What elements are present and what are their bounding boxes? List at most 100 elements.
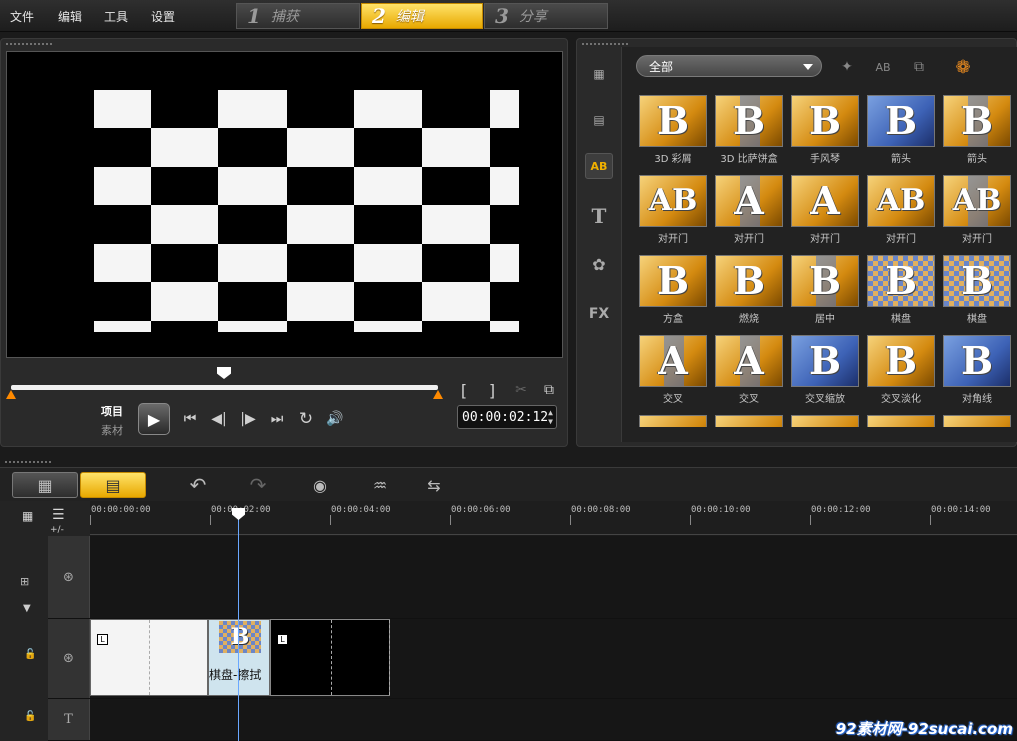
panel-grip[interactable] [5, 42, 53, 46]
transition-thumbnail[interactable]: B 方盒 [639, 255, 707, 325]
black-clip[interactable]: L [270, 619, 390, 696]
checker-square [422, 282, 490, 321]
mark-out-button[interactable]: ] [481, 379, 503, 401]
go-to-start-icon[interactable]: ⏮ [179, 408, 201, 430]
mode-clip[interactable]: 素材 [101, 422, 123, 438]
tab-capture[interactable]: 1 捕获 [236, 3, 360, 29]
transition-thumbnail[interactable]: B 箭头 [943, 95, 1011, 165]
timeline-grip[interactable] [4, 460, 52, 464]
apply-current-icon[interactable]: ⧉ [906, 55, 932, 79]
transition-thumbnail[interactable]: B 手风琴 [791, 95, 859, 165]
transition-thumbnail[interactable] [715, 415, 783, 427]
checker-square [151, 167, 218, 205]
transition-label: 对开门 [658, 234, 688, 245]
checker-square [287, 128, 354, 167]
lock-icon[interactable]: 🔓 [24, 649, 36, 660]
transition-label: 棋盘 [891, 314, 911, 325]
sound-mixer-icon[interactable]: ♒ [366, 472, 394, 498]
transition-thumbnail[interactable] [639, 415, 707, 427]
transition-thumbnail[interactable]: A 对开门 [791, 175, 859, 245]
enlarge-icon[interactable]: ⧉ [538, 379, 560, 401]
media-icon[interactable]: ▦ [585, 61, 613, 87]
transition-thumbnail[interactable]: B 对角线 [943, 335, 1011, 405]
mark-in-button[interactable]: [ [453, 379, 475, 401]
ripple-edit-icon[interactable]: ⊞ [20, 575, 29, 588]
ruler-label: 00:00:10:00 [691, 505, 751, 515]
transition-thumbnail[interactable]: B 交叉淡化 [867, 335, 935, 405]
menu-tools[interactable]: 工具 [104, 8, 128, 25]
panel-grip[interactable] [581, 42, 629, 46]
transition-thumbnail[interactable]: A 交叉 [639, 335, 707, 405]
trim-end-marker[interactable] [433, 390, 443, 399]
add-remove-chapter[interactable]: +/- [50, 525, 64, 535]
transition-thumbnail[interactable]: B 交叉缩放 [791, 335, 859, 405]
instant-project-icon[interactable]: ▤ [585, 107, 613, 133]
next-frame-icon[interactable]: |▶ [237, 408, 259, 430]
transition-thumbnail[interactable]: B 箭头 [867, 95, 935, 165]
checker-square [94, 321, 151, 332]
transition-thumbnail[interactable]: B 3D 比萨饼盒 [715, 95, 783, 165]
overlay-track-area[interactable]: L B 棋盘-擦拭 L [90, 619, 1017, 698]
lock-icon[interactable]: 🔓 [24, 711, 36, 722]
time-ruler[interactable]: 00:00:00:0000:00:02:0000:00:04:0000:00:0… [90, 501, 1017, 535]
play-button[interactable]: ▶ [138, 403, 170, 435]
menu-edit[interactable]: 编辑 [58, 8, 82, 25]
clip-flag-icon: L [97, 634, 108, 645]
title-icon[interactable]: T [585, 203, 613, 229]
transition-thumbnail[interactable]: AB 对开门 [943, 175, 1011, 245]
timeline-view-button[interactable]: ▤ [80, 472, 146, 498]
redo-icon[interactable]: ↷ [246, 472, 270, 498]
transition-thumbnail[interactable]: B 棋盘 [943, 255, 1011, 325]
transition-preview: AB [943, 175, 1011, 227]
filter-icon[interactable]: FX [585, 301, 613, 327]
transition-thumbnail[interactable] [867, 415, 935, 427]
timecode-display[interactable]: 00:00:02:12 ▲ ▼ [457, 405, 557, 429]
transition-thumbnail[interactable]: AB 对开门 [639, 175, 707, 245]
transition-thumbnail[interactable]: B 燃烧 [715, 255, 783, 325]
record-capture-icon[interactable]: ◉ [306, 472, 334, 498]
undo-icon[interactable]: ↶ [186, 472, 210, 498]
film-reel-icon[interactable]: ❁ [950, 55, 976, 79]
go-to-end-icon[interactable]: ⏭ [266, 408, 288, 430]
transition-thumbnail[interactable]: B 棋盘 [867, 255, 935, 325]
repeat-icon[interactable]: ↻ [295, 408, 317, 430]
add-favorite-icon[interactable]: ✦ [834, 55, 860, 79]
transition-thumbnail[interactable]: A 交叉 [715, 335, 783, 405]
checker-square [490, 128, 519, 167]
storyboard-view-button[interactable]: ▦ [12, 472, 78, 498]
white-clip[interactable]: L [90, 619, 208, 696]
overlay-track-icon[interactable]: ⊛ [48, 619, 90, 698]
tab-share[interactable]: 3 分享 [484, 3, 608, 29]
tab-edit[interactable]: 2 编辑 [361, 3, 483, 29]
menu-settings[interactable]: 设置 [151, 8, 175, 25]
mode-project[interactable]: 项目 [101, 403, 123, 419]
transition-thumbnail[interactable] [791, 415, 859, 427]
video-track-icon[interactable]: ⊛ [48, 536, 90, 618]
transition-thumbnail[interactable]: B 3D 彩屑 [639, 95, 707, 165]
volume-icon[interactable]: 🔊 [324, 408, 346, 430]
caret-down-icon[interactable]: ▼ [23, 603, 31, 614]
track-manager-icon[interactable]: ☰ [52, 507, 65, 523]
scissors-icon[interactable]: ✂ [510, 379, 532, 401]
scrubber-handle[interactable] [217, 367, 231, 379]
transition-clip[interactable]: B 棋盘-擦拭 [208, 619, 270, 696]
auto-music-icon[interactable]: ⇆ [420, 472, 448, 498]
trim-start-marker[interactable] [6, 390, 16, 399]
apply-random-icon[interactable]: AB [870, 55, 896, 79]
transition-thumbnail[interactable]: AB 对开门 [867, 175, 935, 245]
graphic-icon[interactable]: ✿ [585, 251, 613, 277]
timecode-spinner[interactable]: ▲ ▼ [548, 408, 553, 426]
category-dropdown[interactable]: 全部 [636, 55, 822, 77]
title-track-icon[interactable]: T [48, 699, 90, 740]
transition-thumbnail[interactable]: A 对开门 [715, 175, 783, 245]
transition-icon[interactable]: AB [585, 153, 613, 179]
scrub-bar[interactable] [11, 385, 438, 390]
video-track-area[interactable] [90, 536, 1017, 618]
transition-thumbnail[interactable]: B 居中 [791, 255, 859, 325]
transition-thumbnail[interactable] [943, 415, 1011, 427]
previous-frame-icon[interactable]: ◀| [208, 408, 230, 430]
menu-file[interactable]: 文件 [10, 8, 34, 25]
checker-square [287, 205, 354, 244]
playhead-line[interactable] [238, 508, 239, 741]
all-tracks-icon[interactable]: ▦ [22, 509, 33, 523]
